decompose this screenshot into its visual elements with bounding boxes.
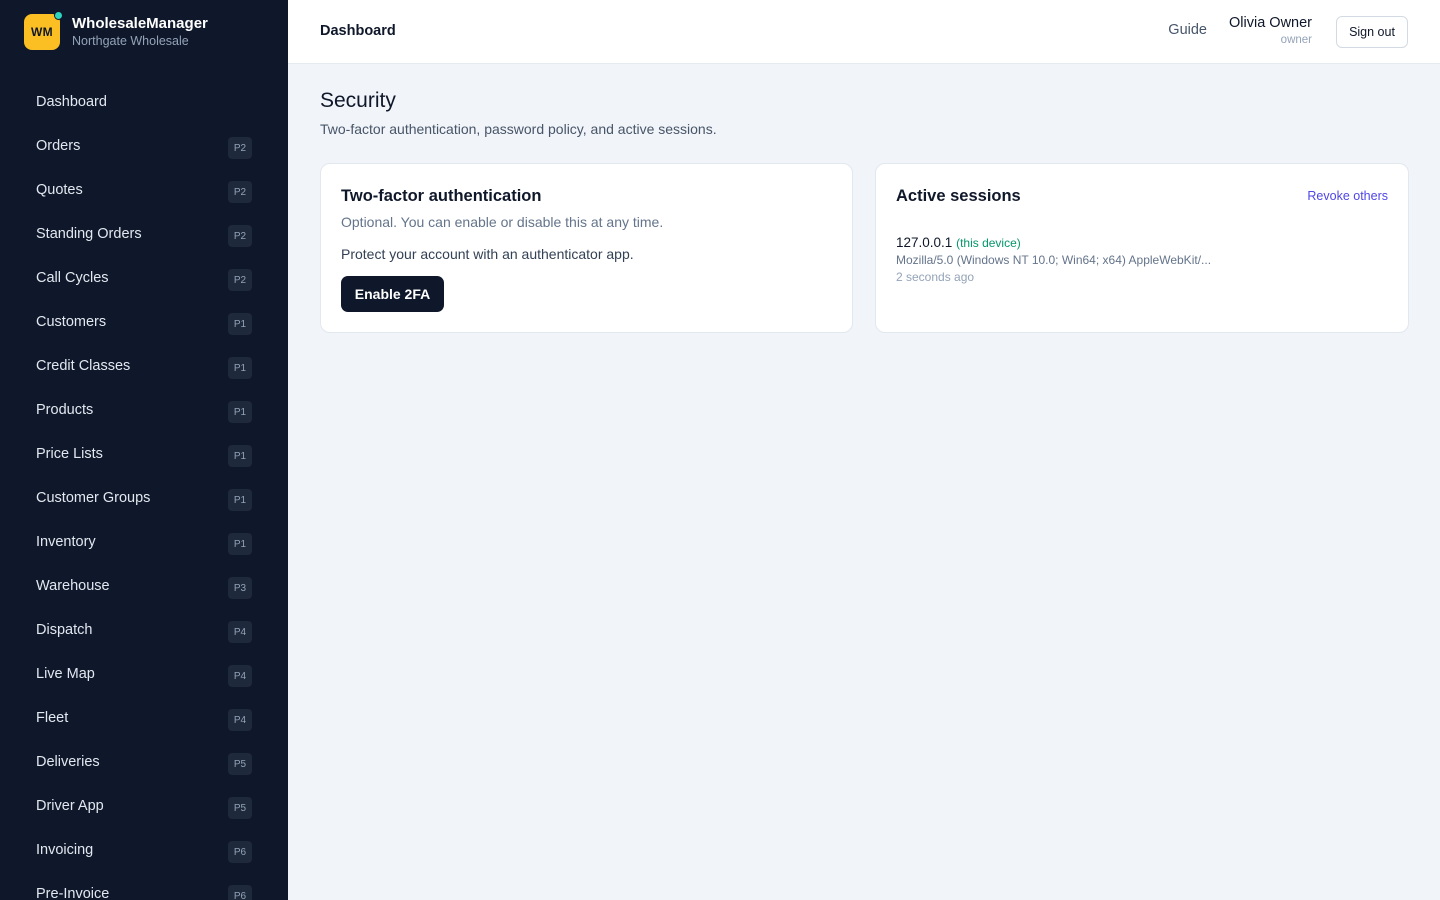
page-subtitle: Two-factor authentication, password poli… — [320, 121, 717, 137]
sidebar-item-label: Dashboard — [36, 94, 107, 110]
sidebar-item-label: Credit Classes — [36, 358, 131, 374]
sidebar-item-standing-orders[interactable]: Standing Orders P2 — [0, 212, 288, 256]
sidebar-nav: Dashboard Orders P2 Quotes P2 Standing O… — [0, 80, 288, 900]
sidebar-item-deliveries[interactable]: Deliveries P5 — [0, 740, 288, 784]
session-ip: 127.0.0.1 — [896, 235, 953, 250]
sidebar-item-label: Live Map — [36, 666, 95, 682]
phase-badge: P1 — [228, 445, 252, 467]
sidebar-item-label: Pre-Invoice — [36, 886, 110, 900]
sidebar-item-label: Dispatch — [36, 622, 93, 638]
user-role: owner — [1280, 34, 1312, 46]
phase-badge: P2 — [228, 181, 252, 203]
sidebar-item-driver-app[interactable]: Driver App P5 — [0, 784, 288, 828]
sidebar-item-quotes[interactable]: Quotes P2 — [0, 168, 288, 212]
phase-badge: P5 — [228, 753, 252, 775]
user-name: Olivia Owner — [1229, 15, 1312, 31]
sidebar-item-price-lists[interactable]: Price Lists P1 — [0, 432, 288, 476]
phase-badge: P5 — [228, 797, 252, 819]
phase-badge: P4 — [228, 665, 252, 687]
session-item: 127.0.0.1 (this device) Mozilla/5.0 (Win… — [896, 234, 1296, 285]
sidebar-item-label: Invoicing — [36, 842, 94, 858]
phase-badge: P6 — [228, 841, 252, 863]
user-menu[interactable]: Olivia Owner owner — [1229, 14, 1312, 48]
phase-badge: P2 — [228, 269, 252, 291]
sidebar-item-products[interactable]: Products P1 — [0, 388, 288, 432]
phase-badge: P4 — [228, 709, 252, 731]
active-sessions-card: Active sessions Revoke others 127.0.0.1 … — [875, 163, 1409, 333]
top-header: Dashboard Guide Olivia Owner owner Sign … — [288, 0, 1440, 64]
sidebar-item-dispatch[interactable]: Dispatch P4 — [0, 608, 288, 652]
brand-logo: WM — [24, 11, 63, 50]
phase-badge: P1 — [228, 401, 252, 423]
phase-badge: P1 — [228, 489, 252, 511]
sidebar-item-credit-classes[interactable]: Credit Classes P1 — [0, 344, 288, 388]
sidebar-item-label: Customer Groups — [36, 490, 151, 506]
sidebar-item-label: Orders — [36, 138, 81, 154]
enable-2fa-button[interactable]: Enable 2FA — [341, 276, 444, 312]
sidebar-item-inventory[interactable]: Inventory P1 — [0, 520, 288, 564]
guide-link[interactable]: Guide — [1168, 22, 1207, 38]
sidebar-item-fleet[interactable]: Fleet P4 — [0, 696, 288, 740]
sidebar-item-customers[interactable]: Customers P1 — [0, 300, 288, 344]
session-device-tag: (this device) — [956, 236, 1021, 250]
sidebar-item-label: Inventory — [36, 534, 96, 550]
brand-logo-text: WM — [31, 25, 53, 39]
sidebar-item-orders[interactable]: Orders P2 — [0, 124, 288, 168]
sidebar-item-invoicing[interactable]: Invoicing P6 — [0, 828, 288, 872]
sidebar-item-dashboard[interactable]: Dashboard — [0, 80, 288, 124]
phase-badge: P1 — [228, 533, 252, 555]
sidebar-item-label: Quotes — [36, 182, 83, 198]
brand[interactable]: WM WholesaleManager Northgate Wholesale — [24, 11, 208, 50]
status-dot-icon — [54, 11, 63, 20]
two-factor-description: Optional. You can enable or disable this… — [341, 214, 664, 230]
sidebar-item-label: Driver App — [36, 798, 104, 814]
revoke-others-link[interactable]: Revoke others — [1307, 189, 1388, 203]
brand-name: WholesaleManager — [72, 14, 208, 32]
sessions-title: Active sessions — [896, 187, 1021, 205]
sidebar-item-label: Price Lists — [36, 446, 103, 462]
brand-subtitle: Northgate Wholesale — [72, 33, 189, 48]
header-title: Dashboard — [320, 23, 396, 39]
phase-badge: P2 — [228, 137, 252, 159]
sidebar-item-label: Call Cycles — [36, 270, 109, 286]
sidebar-item-warehouse[interactable]: Warehouse P3 — [0, 564, 288, 608]
phase-badge: P3 — [228, 577, 252, 599]
session-time: 2 seconds ago — [896, 270, 975, 284]
sidebar-item-label: Products — [36, 402, 94, 418]
phase-badge: P1 — [228, 357, 252, 379]
session-user-agent: Mozilla/5.0 (Windows NT 10.0; Win64; x64… — [896, 253, 1212, 267]
sidebar-item-call-cycles[interactable]: Call Cycles P2 — [0, 256, 288, 300]
sidebar-item-label: Standing Orders — [36, 226, 142, 242]
two-factor-title: Two-factor authentication — [341, 187, 542, 205]
two-factor-card: Two-factor authentication Optional. You … — [320, 163, 853, 333]
sidebar-item-label: Fleet — [36, 710, 69, 726]
sidebar-item-pre-invoice[interactable]: Pre-Invoice P6 — [0, 872, 288, 900]
phase-badge: P2 — [228, 225, 252, 247]
sidebar-item-live-map[interactable]: Live Map P4 — [0, 652, 288, 696]
phase-badge: P4 — [228, 621, 252, 643]
sidebar-item-label: Deliveries — [36, 754, 100, 770]
page-title: Security — [320, 89, 396, 112]
phase-badge: P6 — [228, 885, 252, 900]
phase-badge: P1 — [228, 313, 252, 335]
sign-out-button[interactable]: Sign out — [1336, 16, 1408, 48]
sidebar: WM WholesaleManager Northgate Wholesale … — [0, 0, 288, 900]
sidebar-item-label: Warehouse — [36, 578, 110, 594]
sidebar-item-label: Customers — [36, 314, 107, 330]
two-factor-text: Protect your account with an authenticat… — [341, 246, 634, 262]
sidebar-item-customer-groups[interactable]: Customer Groups P1 — [0, 476, 288, 520]
